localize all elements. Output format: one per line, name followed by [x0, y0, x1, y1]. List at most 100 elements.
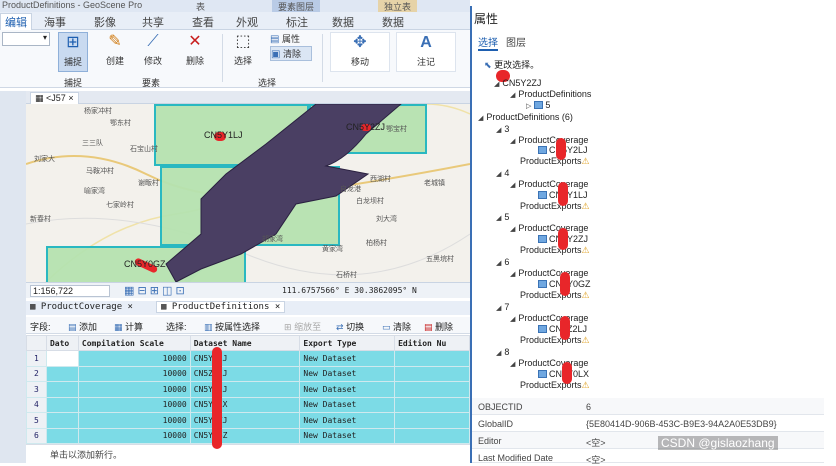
row-number[interactable]: 2: [26, 365, 47, 382]
cell-edition[interactable]: [394, 412, 470, 429]
expand-icon[interactable]: ◢: [496, 260, 501, 267]
expand-icon[interactable]: ◢: [510, 361, 515, 368]
expand-icon[interactable]: ◢: [510, 92, 515, 99]
tab-product-coverage[interactable]: ▦ ProductCoverage ×: [30, 302, 133, 312]
snap-button[interactable]: ⊞ 捕捉: [58, 32, 88, 72]
tree-node-coverage[interactable]: ◢ ProductCoverage: [510, 135, 588, 145]
calculate-button[interactable]: ▦ 计算: [114, 320, 143, 333]
cell-scale[interactable]: 10000: [77, 365, 191, 382]
tree-node-coverage[interactable]: ◢ ProductCoverage: [510, 179, 588, 189]
tree-node-item[interactable]: ◢ 3: [496, 124, 509, 134]
cell-dataset-name[interactable]: CN5Z2LJ: [189, 365, 301, 382]
tree-node-exports[interactable]: ProductExports⚠: [520, 245, 590, 256]
cell-dato[interactable]: [45, 412, 79, 429]
tab-data-table[interactable]: 数据: [382, 14, 404, 30]
table-row[interactable]: 6 10000 CN5Y0GZ New Dataset: [26, 427, 470, 444]
expand-icon[interactable]: ◢: [496, 305, 501, 312]
cell-dataset-name[interactable]: CN5Y2LJ: [189, 350, 301, 367]
tree-node-item[interactable]: ◢ 4: [496, 168, 509, 178]
expand-icon[interactable]: ◢: [496, 350, 501, 357]
tab-share[interactable]: 共享: [142, 14, 164, 30]
cell-export-type[interactable]: New Dataset: [299, 381, 396, 398]
cell-export-type[interactable]: New Dataset: [299, 396, 396, 413]
row-number[interactable]: 4: [26, 396, 47, 413]
cell-dataset-name[interactable]: CN5Y0GZ: [189, 427, 301, 444]
tab-labeling[interactable]: 标注: [286, 14, 308, 30]
annotate-button[interactable]: A 注记: [396, 32, 456, 72]
cell-scale[interactable]: 10000: [77, 396, 191, 413]
column-header[interactable]: Dataset Name: [189, 335, 301, 351]
add-row-bar[interactable]: 单击以添加新行。: [26, 444, 470, 460]
row-number[interactable]: 5: [26, 412, 47, 429]
navigation-icons[interactable]: ▦ ⊟ ⊞ ◫ ⊡: [124, 284, 185, 297]
tree-node-feature[interactable]: ▷ 5: [526, 100, 550, 110]
attribute-row[interactable]: GlobalID {5E80414D-906B-453C-B9E3-94A2A0E…: [472, 415, 824, 432]
table-row[interactable]: 2 10000 CN5Z2LJ New Dataset: [26, 365, 470, 382]
column-header[interactable]: Export Type: [299, 335, 396, 351]
cell-edition[interactable]: [394, 396, 470, 413]
expand-icon[interactable]: ◢: [510, 316, 515, 323]
cell-dato[interactable]: [45, 365, 79, 382]
tree-node-coverage[interactable]: ◢ ProductCoverage: [510, 268, 588, 278]
tree-node-exports[interactable]: ProductExports⚠: [520, 201, 590, 212]
tree-node-group[interactable]: ◢ ProductDefinitions (6): [478, 112, 573, 122]
tree-node-exports[interactable]: ProductExports⚠: [520, 335, 590, 346]
tree-node-exports[interactable]: ProductExports⚠: [520, 380, 590, 391]
ribbon-combo[interactable]: ▾: [2, 32, 50, 46]
tab-edit[interactable]: 编辑: [0, 13, 32, 30]
tab-product-definitions[interactable]: ▦ ProductDefinitions ×: [156, 301, 286, 313]
expand-icon[interactable]: ◢: [510, 271, 515, 278]
modify-button[interactable]: ⟋ 修改: [138, 32, 168, 67]
attribute-row[interactable]: OBJECTID 6: [472, 398, 824, 415]
delete-button[interactable]: ✕ 删除: [180, 32, 210, 67]
select-button[interactable]: ⬚ 选择: [228, 32, 258, 67]
tab-selection[interactable]: 选择: [478, 34, 498, 51]
clear-selection-button[interactable]: ▭ 清除: [382, 320, 411, 333]
expand-icon[interactable]: ◢: [496, 127, 501, 134]
close-icon[interactable]: ×: [68, 93, 73, 103]
cell-edition[interactable]: [394, 427, 470, 444]
tree-node-item[interactable]: ◢ 5: [496, 212, 509, 222]
cell-scale[interactable]: 10000: [77, 427, 191, 444]
cell-export-type[interactable]: New Dataset: [299, 412, 396, 429]
column-header[interactable]: Edition Nu: [394, 335, 470, 351]
tab-view[interactable]: 查看: [192, 14, 214, 30]
expand-icon[interactable]: ◢: [496, 171, 501, 178]
tree-node-exports[interactable]: ProductExports⚠: [520, 156, 590, 167]
cell-dato[interactable]: [45, 396, 79, 413]
select-by-attributes-button[interactable]: ▥ 按属性选择: [204, 320, 260, 333]
expand-icon[interactable]: ◢: [494, 81, 499, 88]
table-row[interactable]: 1 10000 CN5Y2LJ New Dataset: [26, 350, 470, 367]
cell-dataset-name[interactable]: CN5Y1LJ: [189, 381, 301, 398]
cell-export-type[interactable]: New Dataset: [299, 350, 396, 367]
clear-button[interactable]: ▣ 清除: [270, 46, 312, 61]
column-header[interactable]: Compilation Scale: [77, 335, 191, 351]
tab-maritime[interactable]: 海事: [44, 14, 66, 30]
cell-edition[interactable]: [394, 365, 470, 382]
tree-node-product-definitions[interactable]: ◢ ProductDefinitions: [510, 89, 591, 99]
tree-node-item[interactable]: ◢ 7: [496, 302, 509, 312]
tab-imagery[interactable]: 影像: [94, 14, 116, 30]
tree-node-root[interactable]: ◢ CN5Y2ZJ: [494, 78, 541, 88]
attributes-button[interactable]: ▤ 属性: [270, 32, 318, 45]
row-number[interactable]: 3: [26, 381, 47, 398]
expand-icon[interactable]: ◢: [510, 138, 515, 145]
tab-appearance[interactable]: 外观: [236, 14, 258, 30]
expand-icon[interactable]: ◢: [510, 226, 515, 233]
scale-combo[interactable]: 1:156,722: [30, 285, 110, 297]
cell-export-type[interactable]: New Dataset: [299, 365, 396, 382]
cell-dato[interactable]: [45, 381, 79, 398]
tree-node-coverage[interactable]: ◢ ProductCoverage: [510, 223, 588, 233]
expand-icon[interactable]: ◢: [510, 182, 515, 189]
tree-node-coverage[interactable]: ◢ ProductCoverage: [510, 358, 588, 368]
collapse-icon[interactable]: ▷: [526, 103, 531, 110]
tab-layer[interactable]: 图层: [506, 34, 526, 49]
tree-node-exports[interactable]: ProductExports⚠: [520, 290, 590, 301]
row-number[interactable]: 6: [26, 427, 47, 444]
switch-button[interactable]: ⇄ 切换: [336, 320, 364, 333]
expand-icon[interactable]: ◢: [496, 215, 501, 222]
table-row[interactable]: 5 10000 CN5Y2ZJ New Dataset: [26, 412, 470, 429]
cell-scale[interactable]: 10000: [77, 412, 191, 429]
zoom-to-button[interactable]: ⊞ 缩放至: [284, 320, 321, 333]
table-row[interactable]: 4 10000 CN5Y0LX New Dataset: [26, 396, 470, 413]
